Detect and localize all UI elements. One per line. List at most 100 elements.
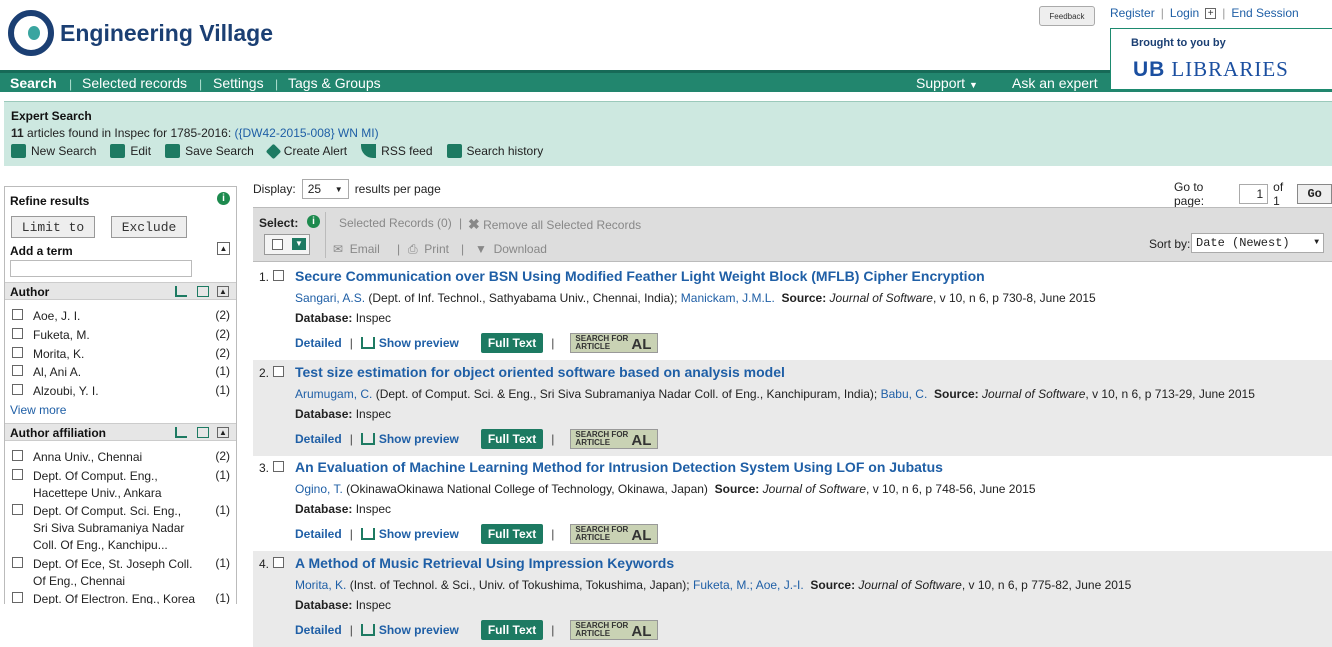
- search-query-link[interactable]: ({DW42-2015-008} WN MI): [235, 126, 379, 140]
- nav-tags-groups[interactable]: Tags & Groups: [288, 75, 381, 91]
- result-checkbox[interactable]: [273, 366, 284, 377]
- view-more-link[interactable]: View more: [10, 403, 66, 417]
- login-link[interactable]: Login: [1170, 6, 1199, 20]
- exclude-button[interactable]: Exclude: [111, 216, 187, 238]
- chevron-down-icon: ▼: [334, 184, 343, 194]
- result-number: 2.: [259, 366, 270, 380]
- create-alert-button[interactable]: Create Alert: [265, 143, 347, 159]
- checkbox[interactable]: [12, 384, 23, 395]
- detailed-link[interactable]: Detailed: [295, 336, 342, 350]
- author-link[interactable]: Arumugam, C.: [295, 387, 372, 401]
- show-preview-link[interactable]: Show preview: [360, 623, 459, 637]
- result-title-link[interactable]: Secure Communication over BSN Using Modi…: [295, 268, 985, 284]
- end-session-link[interactable]: End Session: [1231, 6, 1298, 20]
- preview-icon: [360, 624, 375, 636]
- full-text-button[interactable]: Full Text: [480, 333, 544, 353]
- close-icon: ✖: [468, 216, 480, 232]
- checkbox[interactable]: [12, 365, 23, 376]
- author-link[interactable]: Manickam, J.M.L.: [681, 291, 775, 305]
- show-preview-link[interactable]: Show preview: [360, 336, 459, 350]
- result-database: Database: Inspec: [295, 598, 392, 612]
- register-link[interactable]: Register: [1110, 6, 1155, 20]
- logo[interactable]: Engineering Village: [8, 10, 273, 56]
- nav-selected-records[interactable]: Selected records: [82, 75, 187, 91]
- author-link[interactable]: Sangari, A.S.: [295, 291, 365, 305]
- checkbox[interactable]: [12, 450, 23, 461]
- search-for-article-button[interactable]: SEARCH FOR ARTICLE AL: [570, 524, 659, 544]
- select-all-dropdown[interactable]: ▼: [264, 234, 310, 255]
- sort-select[interactable]: Date (Newest) ▼: [1191, 233, 1324, 253]
- full-text-button[interactable]: Full Text: [480, 524, 544, 544]
- results-summary: 11 articles found in Inspec for 1785-201…: [11, 126, 379, 140]
- result-checkbox[interactable]: [273, 270, 284, 281]
- author-link[interactable]: Aoe, J.-I.: [756, 578, 804, 592]
- sort-label: Sort by:: [1149, 237, 1191, 251]
- checkbox[interactable]: [12, 557, 23, 568]
- email-button[interactable]: ✉ Email: [333, 242, 380, 256]
- nav-settings[interactable]: Settings: [213, 75, 264, 91]
- info-icon[interactable]: i: [307, 215, 320, 228]
- feedback-button[interactable]: Feedback: [1039, 6, 1095, 26]
- result-actions: Detailed | Show preview Full Text | SEAR…: [295, 524, 659, 544]
- remove-all-button[interactable]: ✖ Remove all Selected Records: [468, 216, 641, 233]
- detailed-link[interactable]: Detailed: [295, 527, 342, 541]
- email-icon: ✉: [333, 242, 344, 256]
- collapse-icon[interactable]: ▲: [217, 242, 230, 255]
- search-tools: New Search Edit Save Search Create Alert…: [11, 143, 543, 159]
- author-link[interactable]: Ogino, T.: [295, 482, 343, 496]
- search-history-button[interactable]: Search history: [446, 144, 543, 158]
- nav-ask-expert[interactable]: Ask an expert: [1012, 75, 1098, 91]
- add-term-input[interactable]: [10, 260, 192, 277]
- author-section-header[interactable]: Author ▲: [5, 282, 236, 300]
- checkbox[interactable]: [12, 328, 23, 339]
- affiliation-section-header[interactable]: Author affiliation ▲: [5, 423, 236, 441]
- library-branding[interactable]: Brought to you by UB LIBRARIES: [1110, 28, 1332, 90]
- limit-to-button[interactable]: Limit to: [11, 216, 95, 238]
- download-button[interactable]: ▼ Download: [475, 242, 547, 256]
- detailed-link[interactable]: Detailed: [295, 623, 342, 637]
- go-button[interactable]: Go: [1297, 184, 1332, 204]
- rss-feed-button[interactable]: RSS feed: [361, 144, 433, 158]
- checkbox[interactable]: [12, 504, 23, 515]
- author-link[interactable]: Fuketa, M.;: [693, 578, 753, 592]
- result-title-link[interactable]: A Method of Music Retrieval Using Impres…: [295, 555, 674, 571]
- full-text-button[interactable]: Full Text: [480, 429, 544, 449]
- detailed-link[interactable]: Detailed: [295, 432, 342, 446]
- checkbox[interactable]: [12, 309, 23, 320]
- save-icon: [165, 144, 181, 158]
- download-icon: ▼: [475, 242, 487, 256]
- checkbox[interactable]: [12, 592, 23, 603]
- checkbox[interactable]: [12, 347, 23, 358]
- print-icon: ⎙: [408, 242, 418, 256]
- per-page-select[interactable]: 25 ▼: [301, 179, 349, 199]
- nav-search[interactable]: Search: [10, 75, 57, 91]
- selected-records-link[interactable]: Selected Records (0): [339, 216, 452, 230]
- search-for-article-button[interactable]: SEARCH FOR ARTICLE AL: [570, 429, 659, 449]
- result-title-link[interactable]: Test size estimation for object oriented…: [295, 364, 785, 380]
- alert-icon: [265, 143, 282, 159]
- result-database: Database: Inspec: [295, 502, 392, 516]
- chevron-down-icon: ▼: [292, 238, 306, 250]
- author-link[interactable]: Morita, K.: [295, 578, 346, 592]
- print-button[interactable]: ⎙ Print: [408, 242, 449, 257]
- search-for-article-button[interactable]: SEARCH FOR ARTICLE AL: [570, 620, 659, 640]
- result-checkbox[interactable]: [273, 557, 284, 568]
- show-preview-link[interactable]: Show preview: [360, 432, 459, 446]
- plus-icon[interactable]: +: [1205, 8, 1217, 19]
- full-text-button[interactable]: Full Text: [480, 620, 544, 640]
- result-item: 3. An Evaluation of Machine Learning Met…: [253, 455, 1332, 551]
- result-checkbox[interactable]: [273, 461, 284, 472]
- nav-support[interactable]: Support ▼: [916, 75, 978, 91]
- search-for-article-button[interactable]: SEARCH FOR ARTICLE AL: [570, 333, 659, 353]
- edit-button[interactable]: Edit: [110, 144, 151, 158]
- ev-logo-icon: [8, 10, 54, 56]
- save-search-button[interactable]: Save Search: [165, 144, 254, 158]
- author-link[interactable]: Babu, C.: [881, 387, 928, 401]
- result-title-link[interactable]: An Evaluation of Machine Learning Method…: [295, 459, 943, 475]
- show-preview-link[interactable]: Show preview: [360, 527, 459, 541]
- info-icon[interactable]: i: [217, 192, 230, 205]
- checkbox[interactable]: [12, 469, 23, 480]
- new-search-button[interactable]: New Search: [11, 144, 96, 158]
- page-input[interactable]: 1: [1239, 184, 1269, 204]
- result-actions: Detailed | Show preview Full Text | SEAR…: [295, 620, 659, 640]
